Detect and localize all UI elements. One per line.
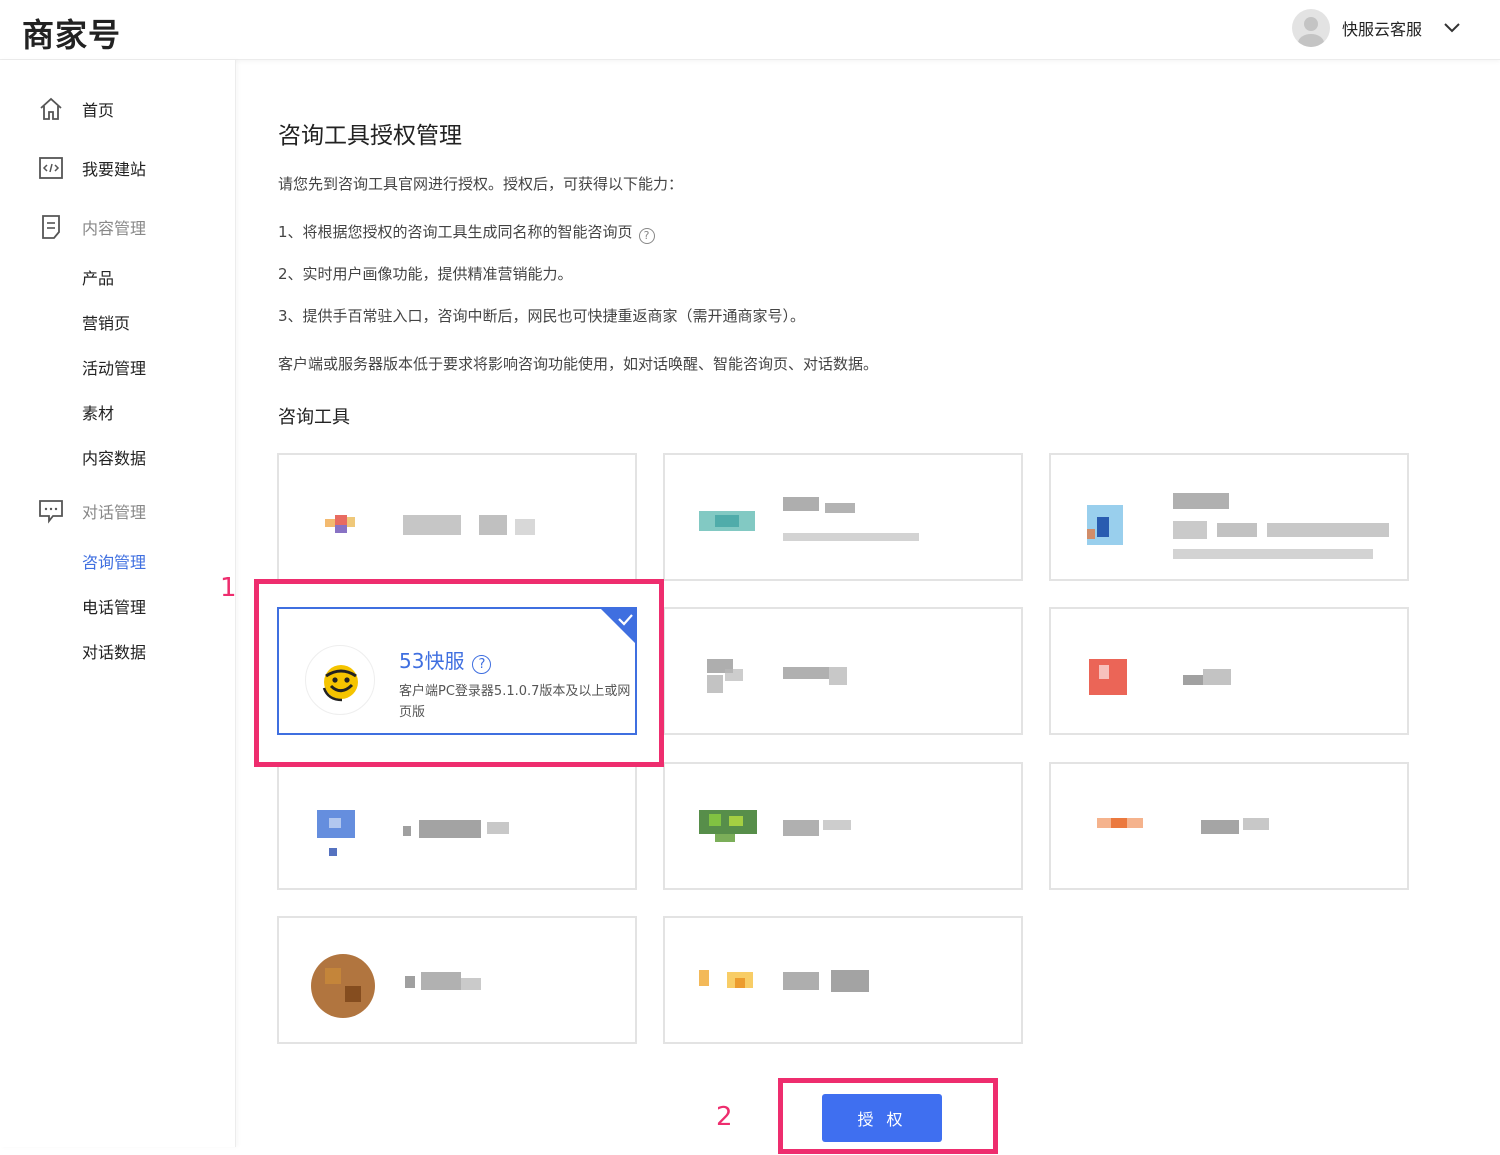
sidebar-item-consult[interactable]: 咨询管理 [82,549,146,573]
sidebar-item-content-data[interactable]: 内容数据 [82,445,146,469]
avatar[interactable] [1291,9,1330,47]
sidebar-group-label: 内容管理 [82,219,147,238]
ability-3: 3、提供手百常驻入口，咨询中断后，网民也可快捷重返商家（需开通商家号）。 [278,307,806,325]
sidebar: 首页 我要建站 内容管理 产品 营销页 活动管理 素材 内容数据 对话管理 咨询… [0,60,236,1147]
home-icon [40,97,62,120]
sidebar-item-product[interactable]: 产品 [82,265,114,289]
tool-card[interactable] [663,762,1023,890]
tool-card[interactable] [1049,607,1409,735]
ability-1: 1、将根据您授权的咨询工具生成同名称的智能咨询页? [278,221,655,244]
blurred-logo [317,810,509,856]
authorize-button[interactable]: 授 权 [822,1094,942,1142]
tool-card[interactable] [1049,762,1409,890]
intro-text: 请您先到咨询工具官网进行授权。授权后，可获得以下能力： [278,175,684,193]
sidebar-item-material[interactable]: 素材 [82,400,114,424]
chevron-down-icon[interactable] [1442,18,1462,38]
tool-card[interactable] [1049,453,1409,581]
sidebar-item-activity[interactable]: 活动管理 [82,355,146,379]
tool-card[interactable] [277,762,637,890]
sidebar-item-label: 首页 [82,101,115,120]
blurred-logo [311,954,481,1018]
page-title: 咨询工具授权管理 [278,123,462,149]
chat-icon [39,500,63,524]
avatar-person-icon [1297,17,1324,47]
code-icon [39,157,63,179]
tool-card[interactable] [663,607,1023,735]
highlight-box-1 [254,579,664,767]
step-marker-1: 1 [220,573,237,603]
blurred-logo [699,970,869,992]
ability-1-text: 1、将根据您授权的咨询工具生成同名称的智能咨询页 [278,223,633,241]
blurred-logo [1087,493,1389,559]
tool-card[interactable] [277,916,637,1044]
blurred-logo [1097,818,1269,834]
blurred-logo [707,659,847,693]
sidebar-item-home[interactable]: 首页 [38,96,114,122]
blurred-logo [699,497,919,541]
version-notice: 客户端或服务器版本低于要求将影响咨询功能使用，如对话唤醒、智能咨询页、对话数据。 [278,355,879,373]
tools-section-title: 咨询工具 [278,407,350,428]
step-marker-2: 2 [716,1102,733,1132]
sidebar-group-label: 对话管理 [82,503,147,522]
user-menu[interactable]: 快服云客服 [1291,8,1462,48]
blurred-logo [325,515,535,535]
help-icon[interactable]: ? [638,228,655,244]
tool-card[interactable] [277,453,637,581]
sidebar-group-content[interactable]: 内容管理 [38,214,146,240]
blurred-logo [699,810,851,842]
user-name[interactable]: 快服云客服 [1342,16,1422,40]
document-icon [42,215,60,239]
sidebar-item-marketing-page[interactable]: 营销页 [82,310,130,334]
sidebar-item-label: 我要建站 [82,160,147,179]
app-logo[interactable]: 商家号 [22,10,121,56]
tool-card[interactable] [663,916,1023,1044]
sidebar-item-dialog-data[interactable]: 对话数据 [82,639,146,663]
top-bar: 商家号 快服云客服 [0,0,1500,60]
sidebar-group-dialog[interactable]: 对话管理 [38,498,146,524]
sidebar-item-phone[interactable]: 电话管理 [82,594,146,618]
blurred-logo [1089,659,1231,695]
ability-2: 2、实时用户画像功能，提供精准营销能力。 [278,265,573,283]
tool-card[interactable] [663,453,1023,581]
sidebar-item-build-site[interactable]: 我要建站 [38,155,146,181]
